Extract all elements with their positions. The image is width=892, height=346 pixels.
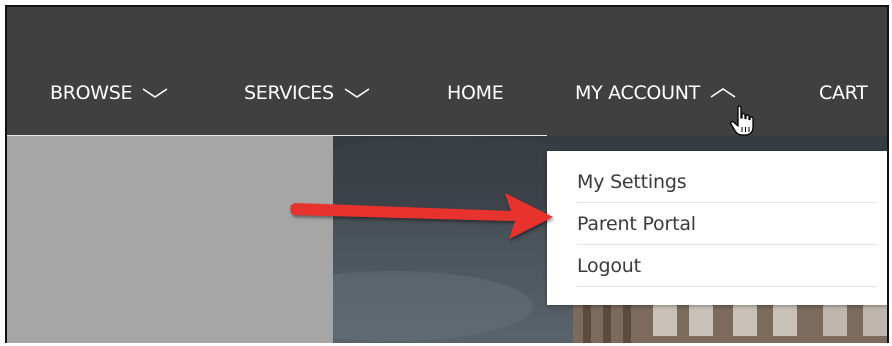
nav-services-label: SERVICES — [244, 82, 334, 104]
nav-cart-label: CART — [819, 82, 868, 104]
account-dropdown-menu: My Settings Parent Portal Logout — [547, 151, 887, 305]
menu-item-my-settings[interactable]: My Settings — [577, 161, 877, 203]
top-navbar: BROWSE SERVICES HOME MY ACCOUNT CART — [7, 7, 887, 136]
hand-pointer-icon — [730, 105, 754, 136]
nav-browse[interactable]: BROWSE — [50, 81, 168, 105]
chevron-down-icon — [142, 87, 168, 99]
nav-browse-label: BROWSE — [50, 82, 133, 104]
nav-cart[interactable]: CART — [819, 81, 868, 105]
menu-item-parent-portal[interactable]: Parent Portal — [577, 203, 877, 245]
nav-my-account-label: MY ACCOUNT — [575, 82, 700, 104]
nav-services[interactable]: SERVICES — [244, 81, 370, 105]
arrow-right-icon — [290, 193, 553, 239]
screenshot-frame: BROWSE SERVICES HOME MY ACCOUNT CART My … — [5, 5, 889, 343]
nav-my-account[interactable]: MY ACCOUNT — [575, 81, 736, 105]
nav-home[interactable]: HOME — [447, 81, 504, 105]
nav-home-label: HOME — [447, 82, 504, 104]
chevron-up-icon — [710, 87, 736, 99]
hero-gray-panel — [7, 136, 333, 343]
menu-item-logout[interactable]: Logout — [577, 245, 877, 287]
chevron-down-icon — [344, 87, 370, 99]
